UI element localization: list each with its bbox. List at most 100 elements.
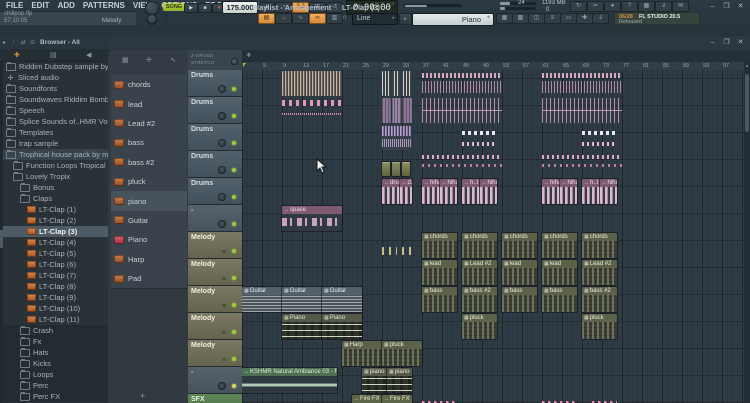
clip-guitar[interactable]: ▦Guitar <box>322 287 362 312</box>
main-pitch-knob[interactable] <box>147 14 157 24</box>
clip-bass-2[interactable]: ▦bass #2 <box>582 287 617 312</box>
pattern-item[interactable]: Pad <box>111 269 187 290</box>
clip-marks[interactable] <box>462 128 497 149</box>
news-panel[interactable]: 06/28 FL STUDIO 20.5 Released <box>614 12 700 25</box>
browser-plugins-tab-icon[interactable]: ✚ <box>14 51 20 59</box>
clip-bars[interactable] <box>542 71 622 96</box>
pattern-item[interactable]: pluck <box>111 172 187 193</box>
help-icon[interactable]: ? <box>621 1 638 12</box>
pattern-selector[interactable]: Piano + <box>412 13 494 26</box>
track-pattern-icon[interactable]: ≡ <box>222 330 226 337</box>
clip-pluck[interactable]: ▦pluck <box>582 314 617 339</box>
slide-notes-icon[interactable]: ∿ <box>292 13 309 24</box>
track-mute-button[interactable] <box>218 220 226 228</box>
playlist-maximize-button[interactable]: ❐ <box>720 38 733 47</box>
cut-tool-icon[interactable]: ✂ <box>587 1 604 12</box>
clip-piano[interactable]: ▦Piano <box>282 314 322 339</box>
add-pattern-button[interactable]: + <box>140 391 145 401</box>
clip-hihat[interactable]: ↔hihat <box>599 179 617 204</box>
pattern-item[interactable]: Guitar <box>111 210 187 232</box>
project-picker-icon[interactable]: ▭ <box>560 13 577 24</box>
browser-item[interactable]: LT-Clap (1) <box>0 204 108 215</box>
browser-scrollbar-thumb[interactable] <box>0 230 3 248</box>
track-enable-led[interactable] <box>232 195 236 199</box>
browser-item[interactable]: LT-Clap (9) <box>0 292 108 303</box>
browser-item[interactable]: LT-Clap (7) <box>0 270 108 281</box>
clip-lead[interactable]: ▦lead <box>422 260 457 285</box>
clip-lead-2[interactable]: ▦Lead #2 <box>582 260 617 285</box>
clip-claps[interactable] <box>282 98 342 123</box>
track-header-12[interactable]: - <box>188 367 242 394</box>
browser-item[interactable]: Trophical house pack by myself <box>0 149 108 160</box>
step-sequencer-icon[interactable]: ▩ <box>512 13 529 24</box>
pattern-item[interactable]: piano <box>111 191 187 212</box>
menu-item-edit[interactable]: EDIT <box>27 1 53 10</box>
midi-keyboard-icon[interactable]: ▥ <box>326 13 343 24</box>
track-enable-led[interactable] <box>232 249 236 253</box>
clip-bass[interactable]: ▦bass <box>542 287 577 312</box>
browser-up-icon[interactable]: ↑ <box>12 39 15 45</box>
track-enable-led[interactable] <box>232 384 236 388</box>
song-mode-toggle[interactable]: SONG <box>163 3 185 11</box>
browser-item[interactable]: LT-Clap (8) <box>0 281 108 292</box>
play-button[interactable]: ▶ <box>184 3 198 13</box>
clip-stereo[interactable] <box>382 125 412 150</box>
clip-hihat[interactable]: ↔hihat <box>422 179 440 204</box>
browser-item[interactable]: Kicks <box>0 358 108 369</box>
snap-selector[interactable]: Line ▸ <box>352 13 398 25</box>
clip-chunks[interactable] <box>382 98 412 123</box>
track-enable-led[interactable] <box>232 303 236 307</box>
close-button[interactable]: ✕ <box>734 2 747 11</box>
clip-mini[interactable] <box>382 162 390 176</box>
clip-bits[interactable] <box>422 397 457 403</box>
track-enable-led[interactable] <box>232 222 236 226</box>
browser-item[interactable]: Templates <box>0 127 108 138</box>
stop-button[interactable]: ■ <box>198 3 212 13</box>
clip-lead-2[interactable]: ▦Lead #2 <box>462 260 497 285</box>
track-mute-button[interactable] <box>218 166 226 174</box>
clip-cross[interactable] <box>542 98 622 123</box>
browser-item[interactable]: Lovely Tropix <box>0 171 108 182</box>
playlist-scrollbar-thumb[interactable] <box>745 74 749 132</box>
track-enable-led[interactable] <box>232 87 236 91</box>
clip-hihat[interactable]: ↔hihat <box>559 179 577 204</box>
browser-item[interactable]: LT-Clap (6) <box>0 259 108 270</box>
breadcrumb-selection[interactable]: LT-Clap (3) <box>342 3 380 12</box>
browser-item[interactable]: Loops <box>0 369 108 380</box>
track-header-2[interactable]: Drums <box>188 97 242 124</box>
clip-h-t[interactable]: ↔h..t <box>462 179 480 204</box>
playhead-marker[interactable] <box>243 63 246 67</box>
clip-mini[interactable] <box>402 162 410 176</box>
pattern-item[interactable]: bass #2 <box>111 152 187 173</box>
clip-dots[interactable] <box>542 152 622 177</box>
track-enable-led[interactable] <box>232 141 236 145</box>
clip-tick[interactable] <box>382 247 397 255</box>
browser-item[interactable]: Hats <box>0 347 108 358</box>
track-header-4[interactable]: Drums <box>188 151 242 178</box>
clip-mini[interactable] <box>392 162 400 176</box>
clip-piano[interactable]: ▦piano <box>387 368 412 393</box>
track-mute-button[interactable] <box>218 85 226 93</box>
playlist-close-button[interactable]: ✕ <box>734 38 747 47</box>
clip-h-t[interactable]: ↔h..t <box>582 179 600 204</box>
recover-icon[interactable]: ↻ <box>570 1 587 12</box>
track-mute-button[interactable] <box>218 193 226 201</box>
browser-item[interactable]: LT-Clap (2) <box>0 215 108 226</box>
pattern-item[interactable]: Harp <box>111 249 187 270</box>
clip-marks[interactable] <box>582 128 617 149</box>
scroll-up-icon[interactable]: ▲ <box>744 62 750 70</box>
browser-audio-tab-icon[interactable]: ◀ <box>86 51 91 59</box>
track-header-6[interactable]: - <box>188 205 242 232</box>
track-header-13[interactable]: SFX <box>188 394 242 403</box>
typing-keyboard-icon[interactable]: ▤ <box>258 13 275 24</box>
piano-roll-icon[interactable]: ▦ <box>496 13 513 24</box>
substrip-plus-icon[interactable]: ✚ <box>246 52 251 59</box>
track-header-5[interactable]: Drums <box>188 178 242 205</box>
chat-icon[interactable]: ✉ <box>672 1 689 12</box>
track-pattern-icon[interactable]: ≡ <box>222 249 226 256</box>
clip-hihat[interactable]: ↔hihat <box>479 179 497 204</box>
save-icon[interactable]: ▦ <box>638 1 655 12</box>
clip-bass[interactable]: ▦bass <box>502 287 537 312</box>
clip-bits[interactable] <box>542 397 577 403</box>
maximize-button[interactable]: ❐ <box>720 2 733 11</box>
